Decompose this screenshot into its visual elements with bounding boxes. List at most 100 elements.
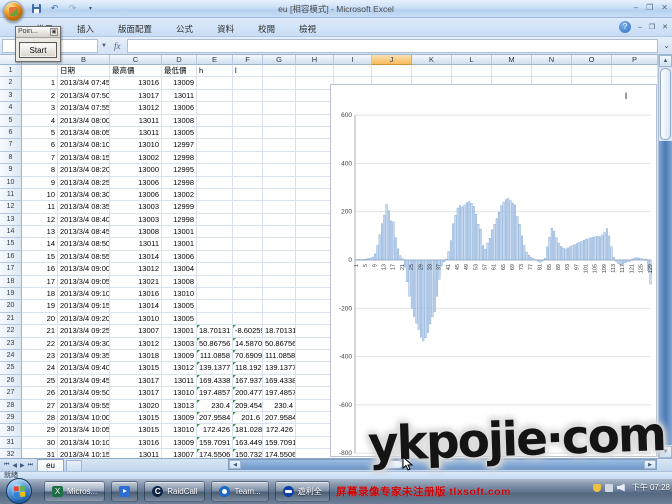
cell-C6[interactable]: 13011 (110, 127, 162, 139)
cell-E2[interactable] (197, 77, 233, 89)
taskbar-button-player[interactable] (111, 481, 138, 502)
cell-A23[interactable]: 22 (22, 338, 58, 350)
cell-B1[interactable]: 日期 (58, 65, 110, 77)
cell-G26[interactable]: 169.4338 (263, 375, 296, 387)
cell-G7[interactable] (263, 139, 296, 151)
cell-F14[interactable] (233, 226, 263, 238)
cell-H14[interactable] (296, 226, 334, 238)
cell-E18[interactable] (197, 276, 233, 288)
cell-C2[interactable]: 13016 (110, 77, 162, 89)
cell-F12[interactable] (233, 201, 263, 213)
column-header-C[interactable]: C (110, 55, 162, 65)
cell-H21[interactable] (296, 313, 334, 325)
cell-C4[interactable]: 13012 (110, 102, 162, 114)
cell-H18[interactable] (296, 276, 334, 288)
cell-E28[interactable]: 230.4 (197, 400, 233, 412)
column-header-D[interactable]: D (162, 55, 197, 65)
cell-G15[interactable] (263, 238, 296, 250)
cell-A16[interactable]: 15 (22, 251, 58, 263)
cell-A17[interactable]: 16 (22, 263, 58, 275)
start-orb-icon[interactable] (6, 478, 32, 504)
cell-C21[interactable]: 13010 (110, 313, 162, 325)
cell-C32[interactable]: 13011 (110, 449, 162, 458)
cell-I1[interactable] (334, 65, 372, 77)
column-header-P[interactable]: P (612, 55, 658, 65)
cell-G1[interactable] (263, 65, 296, 77)
row-header-23[interactable]: 23 (0, 338, 22, 350)
cell-E25[interactable]: 139.1377 (197, 362, 233, 374)
insert-worksheet-icon[interactable] (66, 460, 82, 471)
row-header-18[interactable]: 18 (0, 276, 22, 288)
cell-G13[interactable] (263, 214, 296, 226)
cell-A7[interactable]: 6 (22, 139, 58, 151)
cell-B32[interactable]: 2013/3/4 10:15 (58, 449, 110, 458)
cell-A29[interactable]: 28 (22, 412, 58, 424)
cell-H22[interactable] (296, 325, 334, 337)
cell-F29[interactable]: 201.6 (233, 412, 263, 424)
cell-E32[interactable]: 174.5506 (197, 449, 233, 458)
scroll-left-icon[interactable]: ◀ (229, 460, 241, 469)
cell-C9[interactable]: 13000 (110, 164, 162, 176)
cell-F8[interactable] (233, 152, 263, 164)
vertical-scrollbar-thumb[interactable] (660, 68, 671, 140)
cell-H6[interactable] (296, 127, 334, 139)
cell-F20[interactable] (233, 300, 263, 312)
cell-B13[interactable]: 2013/3/4 08:40 (58, 214, 110, 226)
cell-H24[interactable] (296, 350, 334, 362)
row-header-30[interactable]: 30 (0, 424, 22, 436)
start-button[interactable]: Start (19, 42, 57, 58)
cell-D29[interactable]: 13009 (162, 412, 197, 424)
cell-H10[interactable] (296, 177, 334, 189)
cell-C27[interactable]: 13017 (110, 387, 162, 399)
cell-G28[interactable]: 230.4 (263, 400, 296, 412)
pointer-popup-close-icon[interactable]: ▣ (50, 28, 58, 36)
cell-C25[interactable]: 13015 (110, 362, 162, 374)
cell-A18[interactable]: 17 (22, 276, 58, 288)
row-header-7[interactable]: 7 (0, 139, 22, 151)
cell-D15[interactable]: 13001 (162, 238, 197, 250)
column-header-F[interactable]: F (233, 55, 263, 65)
cell-B16[interactable]: 2013/3/4 08:55 (58, 251, 110, 263)
row-header-19[interactable]: 19 (0, 288, 22, 300)
cell-F23[interactable]: 14.58703 (233, 338, 263, 350)
cell-E15[interactable] (197, 238, 233, 250)
cell-B18[interactable]: 2013/3/4 09:05 (58, 276, 110, 288)
security-shield-icon[interactable] (593, 484, 601, 492)
cell-C23[interactable]: 13012 (110, 338, 162, 350)
cell-H29[interactable] (296, 412, 334, 424)
cell-H7[interactable] (296, 139, 334, 151)
cell-E4[interactable] (197, 102, 233, 114)
cell-C16[interactable]: 13014 (110, 251, 162, 263)
row-header-9[interactable]: 9 (0, 164, 22, 176)
cell-B11[interactable]: 2013/3/4 08:30 (58, 189, 110, 201)
cell-H32[interactable] (296, 449, 334, 458)
cell-E13[interactable] (197, 214, 233, 226)
cell-B8[interactable]: 2013/3/4 08:15 (58, 152, 110, 164)
cell-E26[interactable]: 169.4338 (197, 375, 233, 387)
cell-G31[interactable]: 159.7091 (263, 437, 296, 449)
cell-G32[interactable]: 174.5506 (263, 449, 296, 458)
cell-D16[interactable]: 13006 (162, 251, 197, 263)
workbook-close-button[interactable]: ✕ (662, 23, 668, 31)
cell-H20[interactable] (296, 300, 334, 312)
cell-B25[interactable]: 2013/3/4 09:40 (58, 362, 110, 374)
cell-C12[interactable]: 13003 (110, 201, 162, 213)
cell-M1[interactable] (492, 65, 532, 77)
cell-C18[interactable]: 13021 (110, 276, 162, 288)
row-header-16[interactable]: 16 (0, 251, 22, 263)
row-header-11[interactable]: 11 (0, 189, 22, 201)
cell-A3[interactable]: 2 (22, 90, 58, 102)
cell-C15[interactable]: 13011 (110, 238, 162, 250)
cell-G10[interactable] (263, 177, 296, 189)
cell-H30[interactable] (296, 424, 334, 436)
cell-B7[interactable]: 2013/3/4 08:10 (58, 139, 110, 151)
column-header-M[interactable]: M (492, 55, 532, 65)
cell-G30[interactable]: 172.426 (263, 424, 296, 436)
cell-F6[interactable] (233, 127, 263, 139)
restore-button[interactable]: ❐ (646, 3, 653, 12)
column-header-N[interactable]: N (532, 55, 572, 65)
cell-D21[interactable]: 13005 (162, 313, 197, 325)
cell-F24[interactable]: 70.69095 (233, 350, 263, 362)
cell-E21[interactable] (197, 313, 233, 325)
scroll-up-icon[interactable]: ▲ (659, 55, 672, 67)
